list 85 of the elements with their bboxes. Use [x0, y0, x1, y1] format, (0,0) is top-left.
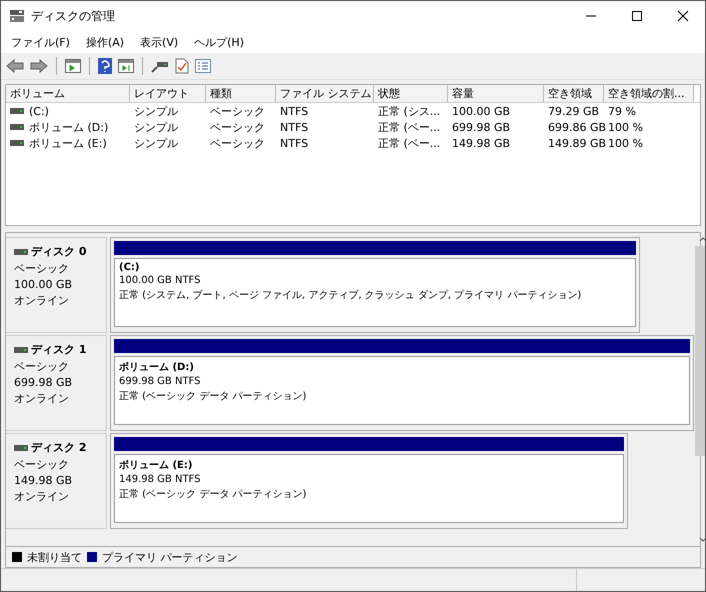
- maximize-icon[interactable]: [631, 10, 643, 22]
- partition-status: 正常 (ベーシック データ パーティション): [119, 390, 306, 403]
- column-header[interactable]: 空き領域の割...: [604, 85, 694, 102]
- properties-list-icon[interactable]: [195, 59, 211, 73]
- partition-block[interactable]: (C:) 100.00 GB NTFS 正常 (システム, ブート, ページ ファイル, アクティブ, クラッシュ ダンプ, プライマリ パーティション): [110, 237, 640, 333]
- table-cell: シンプル: [134, 120, 178, 134]
- partition-label: ボリューム (D:): [119, 361, 194, 374]
- column-header[interactable]: ファイル システム: [276, 85, 374, 102]
- forward-arrow-icon[interactable]: [30, 59, 48, 73]
- drive-icon: [10, 124, 24, 130]
- column-header[interactable]: 状態: [374, 85, 448, 102]
- table-cell: NTFS: [280, 104, 308, 118]
- disk-size: 100.00 GB: [14, 278, 74, 291]
- help-icon[interactable]: [98, 58, 112, 74]
- drive-icon: [10, 140, 24, 146]
- disk-status: オンライン: [14, 391, 70, 406]
- disk-type: ベーシック: [14, 457, 70, 472]
- drive-icon: [14, 248, 28, 254]
- partition-label: (C:): [119, 262, 140, 273]
- table-cell: 100 %: [608, 136, 643, 150]
- disk-name: ディスク 2: [31, 440, 86, 455]
- column-header[interactable]: 種類: [206, 85, 276, 102]
- disk-size: 699.98 GB: [14, 376, 74, 389]
- disk-type: ベーシック: [14, 359, 70, 374]
- table-cell: NTFS: [280, 120, 308, 134]
- table-cell: シンプル: [134, 136, 178, 150]
- column-header[interactable]: 空き領域: [544, 85, 604, 102]
- disk-info-panel[interactable]: ディスク 1 ベーシック 699.98 GB オンライン: [6, 335, 107, 431]
- partition-size: 699.98 GB NTFS: [119, 376, 200, 387]
- scroll-up-icon[interactable]: [698, 237, 705, 242]
- table-cell: ボリューム (E:): [29, 136, 107, 150]
- magnifier-drive-icon[interactable]: [151, 59, 169, 73]
- partition-status: 正常 (ベーシック データ パーティション): [119, 488, 306, 501]
- menu-item[interactable]: 操作(A): [86, 34, 124, 50]
- column-header[interactable]: レイアウト: [130, 85, 206, 102]
- table-cell: 149.89 GB: [548, 136, 606, 150]
- column-header[interactable]: 容量: [448, 85, 544, 102]
- disk-type: ベーシック: [14, 261, 70, 276]
- window-title: ディスクの管理: [31, 8, 115, 24]
- menu-item[interactable]: 表示(V): [140, 34, 178, 50]
- table-cell: ベーシック: [210, 120, 265, 134]
- legend-label: 未割り当て: [27, 550, 82, 564]
- column-header[interactable]: ボリューム: [6, 85, 130, 102]
- drive-icon: [10, 108, 24, 114]
- table-cell: 100.00 GB: [452, 104, 510, 118]
- console-tree-icon[interactable]: [65, 59, 81, 73]
- disk-size: 149.98 GB: [14, 474, 74, 487]
- table-cell: ボリューム (D:): [29, 120, 108, 134]
- legend-label: プライマリ パーティション: [102, 550, 238, 564]
- disk-status: オンライン: [14, 293, 70, 308]
- table-cell: (C:): [29, 104, 49, 118]
- table-cell: シンプル: [134, 104, 178, 118]
- menu-item[interactable]: ファイル(F): [11, 34, 70, 50]
- disk-name: ディスク 0: [31, 244, 86, 259]
- table-cell: NTFS: [280, 136, 308, 150]
- table-cell: 699.86 GB: [548, 120, 606, 134]
- partition-size: 149.98 GB NTFS: [119, 474, 200, 485]
- close-icon[interactable]: [677, 10, 689, 22]
- disk-name: ディスク 1: [31, 342, 86, 357]
- partition-label: ボリューム (E:): [119, 459, 192, 472]
- back-arrow-icon[interactable]: [6, 59, 24, 73]
- checklist-page-icon[interactable]: [175, 58, 189, 74]
- action-pane-icon[interactable]: [118, 59, 134, 73]
- table-cell: 149.98 GB: [452, 136, 510, 150]
- table-cell: 79 %: [608, 104, 636, 118]
- partition-size: 100.00 GB NTFS: [119, 275, 200, 286]
- table-cell: 正常 (ベー...: [378, 120, 440, 134]
- table-cell: ベーシック: [210, 136, 265, 150]
- menu-item[interactable]: ヘルプ(H): [194, 34, 244, 50]
- table-cell: ベーシック: [210, 104, 265, 118]
- scroll-down-icon[interactable]: [698, 537, 705, 542]
- drive-icon: [14, 444, 28, 450]
- partition-status: 正常 (システム, ブート, ページ ファイル, アクティブ, クラッシュ ダンプ, プライマリ パーティション): [119, 288, 582, 302]
- table-cell: 正常 (ベー...: [378, 136, 440, 150]
- table-cell: 79.29 GB: [548, 104, 600, 118]
- partition-block[interactable]: ボリューム (E:) 149.98 GB NTFS 正常 (ベーシック データ パーティション): [110, 433, 628, 529]
- table-cell: 699.98 GB: [452, 120, 510, 134]
- disk-status: オンライン: [14, 489, 70, 504]
- disk-manager-icon: [9, 9, 25, 23]
- partition-block[interactable]: ボリューム (D:) 699.98 GB NTFS 正常 (ベーシック データ パーティション): [110, 335, 694, 431]
- table-cell: 100 %: [608, 120, 643, 134]
- table-cell: 正常 (シス...: [378, 104, 440, 118]
- disk-info-panel[interactable]: ディスク 2 ベーシック 149.98 GB オンライン: [6, 433, 107, 529]
- drive-icon: [14, 346, 28, 352]
- disk-info-panel[interactable]: ディスク 0 ベーシック 100.00 GB オンライン: [6, 237, 107, 333]
